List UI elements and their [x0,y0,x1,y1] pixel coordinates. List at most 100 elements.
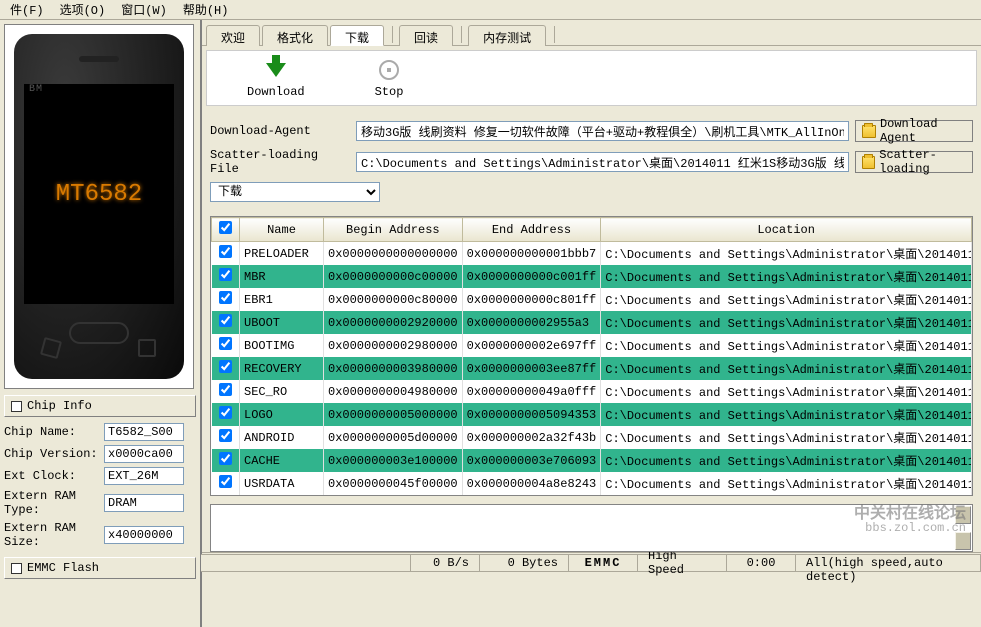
table-row[interactable]: BOOTIMG0x00000000029800000x0000000002e69… [212,334,972,357]
row-name: SEC_RO [240,380,324,403]
row-begin: 0x0000000002980000 [324,334,463,357]
row-begin: 0x0000000005d00000 [324,426,463,449]
scatter-label: Scatter-loading File [210,148,350,176]
square-icon [11,401,22,412]
status-mode: High Speed [637,554,727,572]
scatter-path-field[interactable] [356,152,849,172]
row-checkbox[interactable] [219,406,232,419]
row-begin: 0x0000000005000000 [324,403,463,426]
phone-home-icon [69,322,129,344]
row-checkbox[interactable] [219,337,232,350]
ext-clock-field[interactable] [104,467,184,485]
stop-icon [379,60,399,80]
table-row[interactable]: SEC_RO0x00000000049800000x00000000049a0f… [212,380,972,403]
menu-window[interactable]: 窗口(W) [113,0,175,20]
chip-version-field[interactable] [104,445,184,463]
col-end[interactable]: End Address [462,218,601,242]
table-row[interactable]: USRDATA0x0000000045f000000x000000004a8e8… [212,472,972,495]
chip-info-header: Chip Info [4,395,196,417]
table-row[interactable]: UBOOT0x00000000029200000x0000000002955a3… [212,311,972,334]
status-speed: 0 B/s [410,554,480,572]
ext-clock-label: Ext Clock: [4,469,104,483]
row-checkbox[interactable] [219,429,232,442]
table-row[interactable]: PRELOADER0x00000000000000000x00000000000… [212,242,972,266]
phone-preview: BM MT6582 [4,24,194,389]
ram-size-label: Extern RAM Size: [4,521,104,549]
row-checkbox[interactable] [219,360,232,373]
row-end: 0x0000000000c801ff [462,288,601,311]
col-begin[interactable]: Begin Address [324,218,463,242]
table-row[interactable]: MBR0x0000000000c000000x0000000000c001ffC… [212,265,972,288]
chip-name-label: Chip Name: [4,425,104,439]
table-row[interactable]: CACHE0x000000003e1000000x000000003e70609… [212,449,972,472]
row-begin: 0x000000003e100000 [324,449,463,472]
da-label: Download-Agent [210,124,350,138]
row-name: PRELOADER [240,242,324,266]
table-row[interactable]: RECOVERY0x00000000039800000x0000000003ee… [212,357,972,380]
da-browse-button[interactable]: Download Agent [855,120,973,142]
download-mode-select[interactable]: 下载 [210,182,380,202]
watermark: 中关村在线论坛 bbs.zol.com.cn [854,507,966,535]
row-end: 0x00000000049a0fff [462,380,601,403]
row-checkbox[interactable] [219,268,232,281]
row-begin: 0x0000000000000000 [324,242,463,266]
row-begin: 0x0000000003980000 [324,357,463,380]
menu-options[interactable]: 选项(O) [52,0,114,20]
download-button[interactable]: Download [247,57,305,99]
right-panel: 欢迎 格式化 下载 回读 内存测试 Download Stop Download… [200,20,981,627]
row-checkbox[interactable] [219,452,232,465]
status-bytes: 0 Bytes [479,554,569,572]
row-begin: 0x0000000002920000 [324,311,463,334]
row-name: USRDATA [240,472,324,495]
status-bar: 0 B/s 0 Bytes EMMC High Speed 0:00 USB: … [202,552,981,572]
table-row[interactable]: EBR10x0000000000c800000x0000000000c801ff… [212,288,972,311]
stop-button[interactable]: Stop [375,57,404,99]
scatter-browse-button[interactable]: Scatter-loading [855,151,973,173]
row-name: CACHE [240,449,324,472]
row-end: 0x000000004a8e8243 [462,472,601,495]
status-storage: EMMC [568,554,638,572]
folder-icon [862,156,875,169]
da-path-field[interactable] [356,121,849,141]
row-end: 0x0000000003ee87ff [462,357,601,380]
select-all-checkbox[interactable] [219,221,232,234]
tab-bar: 欢迎 格式化 下载 回读 内存测试 [202,20,981,46]
tab-memtest[interactable]: 内存测试 [468,25,546,46]
row-checkbox[interactable] [219,245,232,258]
row-begin: 0x0000000000c80000 [324,288,463,311]
row-checkbox[interactable] [219,314,232,327]
row-checkbox[interactable] [219,291,232,304]
tab-download[interactable]: 下载 [330,25,384,46]
toolbar: Download Stop [206,50,977,106]
left-panel: BM MT6582 Chip Info Chip Name: Chip Vers… [0,20,200,627]
row-location: C:\Documents and Settings\Administrator\… [601,288,972,311]
row-end: 0x0000000000c001ff [462,265,601,288]
tab-welcome[interactable]: 欢迎 [206,25,260,46]
row-location: C:\Documents and Settings\Administrator\… [601,426,972,449]
partition-table: Name Begin Address End Address Location … [210,216,973,496]
tab-readback[interactable]: 回读 [399,25,453,46]
table-row[interactable]: ANDROID0x0000000005d000000x000000002a32f… [212,426,972,449]
row-end: 0x0000000002e697ff [462,334,601,357]
folder-icon [862,125,876,138]
menu-bar: 件(F) 选项(O) 窗口(W) 帮助(H) [0,0,981,20]
row-location: C:\Documents and Settings\Administrator\… [601,357,972,380]
row-checkbox[interactable] [219,475,232,488]
row-end: 0x000000000001bbb7 [462,242,601,266]
ram-size-field[interactable] [104,526,184,544]
tab-format[interactable]: 格式化 [262,25,328,46]
phone-model: MT6582 [56,181,142,208]
table-row[interactable]: LOGO0x00000000050000000x0000000005094353… [212,403,972,426]
chip-name-field[interactable] [104,423,184,441]
menu-file[interactable]: 件(F) [2,0,52,20]
row-checkbox[interactable] [219,383,232,396]
emmc-flash-header: EMMC Flash [4,557,196,579]
col-location[interactable]: Location [601,218,972,242]
ram-type-label: Extern RAM Type: [4,489,104,517]
row-begin: 0x0000000045f00000 [324,472,463,495]
col-name[interactable]: Name [240,218,324,242]
menu-help[interactable]: 帮助(H) [175,0,237,20]
row-name: LOGO [240,403,324,426]
status-time: 0:00 [726,554,796,572]
ram-type-field[interactable] [104,494,184,512]
